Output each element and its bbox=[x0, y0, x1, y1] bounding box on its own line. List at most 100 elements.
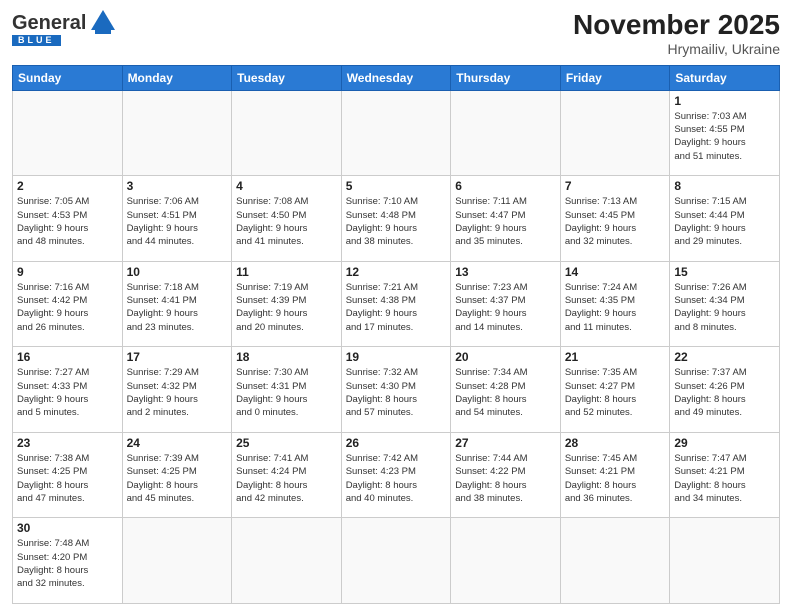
calendar-cell: 27 Sunrise: 7:44 AM Sunset: 4:22 PM Dayli… bbox=[451, 432, 561, 518]
day-info: Sunrise: 7:15 AM Sunset: 4:44 PM Dayligh… bbox=[674, 195, 775, 248]
calendar-week-row: 2 Sunrise: 7:05 AM Sunset: 4:53 PM Daylig… bbox=[13, 176, 780, 262]
page: General BLUE November 2025 Hrymailiv, Uk… bbox=[0, 0, 792, 612]
day-number: 24 bbox=[127, 436, 228, 450]
day-number: 13 bbox=[455, 265, 556, 279]
day-number: 26 bbox=[346, 436, 447, 450]
calendar-cell: 1 Sunrise: 7:03 AM Sunset: 4:55 PM Daylig… bbox=[670, 90, 780, 176]
day-info: Sunrise: 7:44 AM Sunset: 4:22 PM Dayligh… bbox=[455, 452, 556, 505]
day-number: 19 bbox=[346, 350, 447, 364]
calendar-cell: 22Sunrise: 7:37 AM Sunset: 4:26 PM Dayli… bbox=[670, 347, 780, 433]
weekday-header: Monday bbox=[122, 65, 232, 90]
calendar-cell: 10Sunrise: 7:18 AM Sunset: 4:41 PM Dayli… bbox=[122, 261, 232, 347]
calendar-cell bbox=[122, 90, 232, 176]
day-info: Sunrise: 7:19 AM Sunset: 4:39 PM Dayligh… bbox=[236, 281, 337, 334]
weekday-header: Saturday bbox=[670, 65, 780, 90]
title-block: November 2025 Hrymailiv, Ukraine bbox=[573, 10, 780, 57]
calendar-cell: 21Sunrise: 7:35 AM Sunset: 4:27 PM Dayli… bbox=[560, 347, 670, 433]
weekday-header: Friday bbox=[560, 65, 670, 90]
day-number: 1 bbox=[674, 94, 775, 108]
day-number: 15 bbox=[674, 265, 775, 279]
calendar-cell: 12Sunrise: 7:21 AM Sunset: 4:38 PM Dayli… bbox=[341, 261, 451, 347]
calendar-cell: 5Sunrise: 7:10 AM Sunset: 4:48 PM Daylig… bbox=[341, 176, 451, 262]
day-info: Sunrise: 7:45 AM Sunset: 4:21 PM Dayligh… bbox=[565, 452, 666, 505]
calendar-cell: 29Sunrise: 7:47 AM Sunset: 4:21 PM Dayli… bbox=[670, 432, 780, 518]
day-info: Sunrise: 7:11 AM Sunset: 4:47 PM Dayligh… bbox=[455, 195, 556, 248]
weekday-header: Sunday bbox=[13, 65, 123, 90]
weekday-header: Thursday bbox=[451, 65, 561, 90]
day-number: 25 bbox=[236, 436, 337, 450]
calendar-cell: 18Sunrise: 7:30 AM Sunset: 4:31 PM Dayli… bbox=[232, 347, 342, 433]
weekday-header: Tuesday bbox=[232, 65, 342, 90]
day-number: 20 bbox=[455, 350, 556, 364]
logo-blue-label: BLUE bbox=[12, 35, 61, 46]
logo-icon bbox=[89, 8, 117, 36]
day-number: 28 bbox=[565, 436, 666, 450]
day-number: 6 bbox=[455, 179, 556, 193]
day-number: 12 bbox=[346, 265, 447, 279]
calendar-cell: 19 Sunrise: 7:32 AM Sunset: 4:30 PM Dayli… bbox=[341, 347, 451, 433]
day-number: 27 bbox=[455, 436, 556, 450]
calendar-cell: 4 Sunrise: 7:08 AM Sunset: 4:50 PM Daylig… bbox=[232, 176, 342, 262]
day-info: Sunrise: 7:10 AM Sunset: 4:48 PM Dayligh… bbox=[346, 195, 447, 248]
day-number: 18 bbox=[236, 350, 337, 364]
calendar-week-row: 1 Sunrise: 7:03 AM Sunset: 4:55 PM Daylig… bbox=[13, 90, 780, 176]
calendar-cell: 11 Sunrise: 7:19 AM Sunset: 4:39 PM Dayli… bbox=[232, 261, 342, 347]
day-info: Sunrise: 7:41 AM Sunset: 4:24 PM Dayligh… bbox=[236, 452, 337, 505]
calendar-week-row: 23Sunrise: 7:38 AM Sunset: 4:25 PM Dayli… bbox=[13, 432, 780, 518]
day-info: Sunrise: 7:29 AM Sunset: 4:32 PM Dayligh… bbox=[127, 366, 228, 419]
calendar-cell bbox=[670, 518, 780, 604]
day-info: Sunrise: 7:48 AM Sunset: 4:20 PM Dayligh… bbox=[17, 537, 118, 590]
day-number: 8 bbox=[674, 179, 775, 193]
day-info: Sunrise: 7:42 AM Sunset: 4:23 PM Dayligh… bbox=[346, 452, 447, 505]
day-info: Sunrise: 7:05 AM Sunset: 4:53 PM Dayligh… bbox=[17, 195, 118, 248]
calendar-cell: 2 Sunrise: 7:05 AM Sunset: 4:53 PM Daylig… bbox=[13, 176, 123, 262]
day-number: 30 bbox=[17, 521, 118, 535]
day-info: Sunrise: 7:06 AM Sunset: 4:51 PM Dayligh… bbox=[127, 195, 228, 248]
weekday-header-row: SundayMondayTuesdayWednesdayThursdayFrid… bbox=[13, 65, 780, 90]
calendar-cell bbox=[341, 90, 451, 176]
day-number: 11 bbox=[236, 265, 337, 279]
calendar-cell bbox=[341, 518, 451, 604]
calendar-cell: 17 Sunrise: 7:29 AM Sunset: 4:32 PM Dayli… bbox=[122, 347, 232, 433]
day-info: Sunrise: 7:35 AM Sunset: 4:27 PM Dayligh… bbox=[565, 366, 666, 419]
calendar-cell bbox=[13, 90, 123, 176]
day-number: 3 bbox=[127, 179, 228, 193]
logo: General BLUE bbox=[12, 10, 117, 46]
calendar-cell: 7 Sunrise: 7:13 AM Sunset: 4:45 PM Daylig… bbox=[560, 176, 670, 262]
day-info: Sunrise: 7:24 AM Sunset: 4:35 PM Dayligh… bbox=[565, 281, 666, 334]
calendar-cell: 8 Sunrise: 7:15 AM Sunset: 4:44 PM Daylig… bbox=[670, 176, 780, 262]
day-number: 22 bbox=[674, 350, 775, 364]
day-info: Sunrise: 7:26 AM Sunset: 4:34 PM Dayligh… bbox=[674, 281, 775, 334]
day-info: Sunrise: 7:03 AM Sunset: 4:55 PM Dayligh… bbox=[674, 110, 775, 163]
day-number: 17 bbox=[127, 350, 228, 364]
calendar-cell bbox=[451, 518, 561, 604]
calendar-week-row: 30 Sunrise: 7:48 AM Sunset: 4:20 PM Dayli… bbox=[13, 518, 780, 604]
calendar-cell: 15 Sunrise: 7:26 AM Sunset: 4:34 PM Dayli… bbox=[670, 261, 780, 347]
day-number: 7 bbox=[565, 179, 666, 193]
calendar-cell: 24Sunrise: 7:39 AM Sunset: 4:25 PM Dayli… bbox=[122, 432, 232, 518]
calendar-cell bbox=[232, 90, 342, 176]
calendar-week-row: 9 Sunrise: 7:16 AM Sunset: 4:42 PM Daylig… bbox=[13, 261, 780, 347]
logo-general: General bbox=[12, 13, 86, 33]
calendar-cell: 25 Sunrise: 7:41 AM Sunset: 4:24 PM Dayli… bbox=[232, 432, 342, 518]
calendar-cell bbox=[560, 518, 670, 604]
day-info: Sunrise: 7:16 AM Sunset: 4:42 PM Dayligh… bbox=[17, 281, 118, 334]
calendar-cell: 13Sunrise: 7:23 AM Sunset: 4:37 PM Dayli… bbox=[451, 261, 561, 347]
calendar-cell: 28 Sunrise: 7:45 AM Sunset: 4:21 PM Dayli… bbox=[560, 432, 670, 518]
day-number: 9 bbox=[17, 265, 118, 279]
day-info: Sunrise: 7:08 AM Sunset: 4:50 PM Dayligh… bbox=[236, 195, 337, 248]
calendar-table: SundayMondayTuesdayWednesdayThursdayFrid… bbox=[12, 65, 780, 604]
day-info: Sunrise: 7:32 AM Sunset: 4:30 PM Dayligh… bbox=[346, 366, 447, 419]
calendar-cell: 26 Sunrise: 7:42 AM Sunset: 4:23 PM Dayli… bbox=[341, 432, 451, 518]
month-title: November 2025 bbox=[573, 10, 780, 41]
day-number: 16 bbox=[17, 350, 118, 364]
day-info: Sunrise: 7:18 AM Sunset: 4:41 PM Dayligh… bbox=[127, 281, 228, 334]
calendar-week-row: 16 Sunrise: 7:27 AM Sunset: 4:33 PM Dayli… bbox=[13, 347, 780, 433]
calendar-cell bbox=[451, 90, 561, 176]
calendar-cell bbox=[232, 518, 342, 604]
day-number: 2 bbox=[17, 179, 118, 193]
calendar-cell: 9 Sunrise: 7:16 AM Sunset: 4:42 PM Daylig… bbox=[13, 261, 123, 347]
day-number: 4 bbox=[236, 179, 337, 193]
day-info: Sunrise: 7:13 AM Sunset: 4:45 PM Dayligh… bbox=[565, 195, 666, 248]
day-info: Sunrise: 7:27 AM Sunset: 4:33 PM Dayligh… bbox=[17, 366, 118, 419]
